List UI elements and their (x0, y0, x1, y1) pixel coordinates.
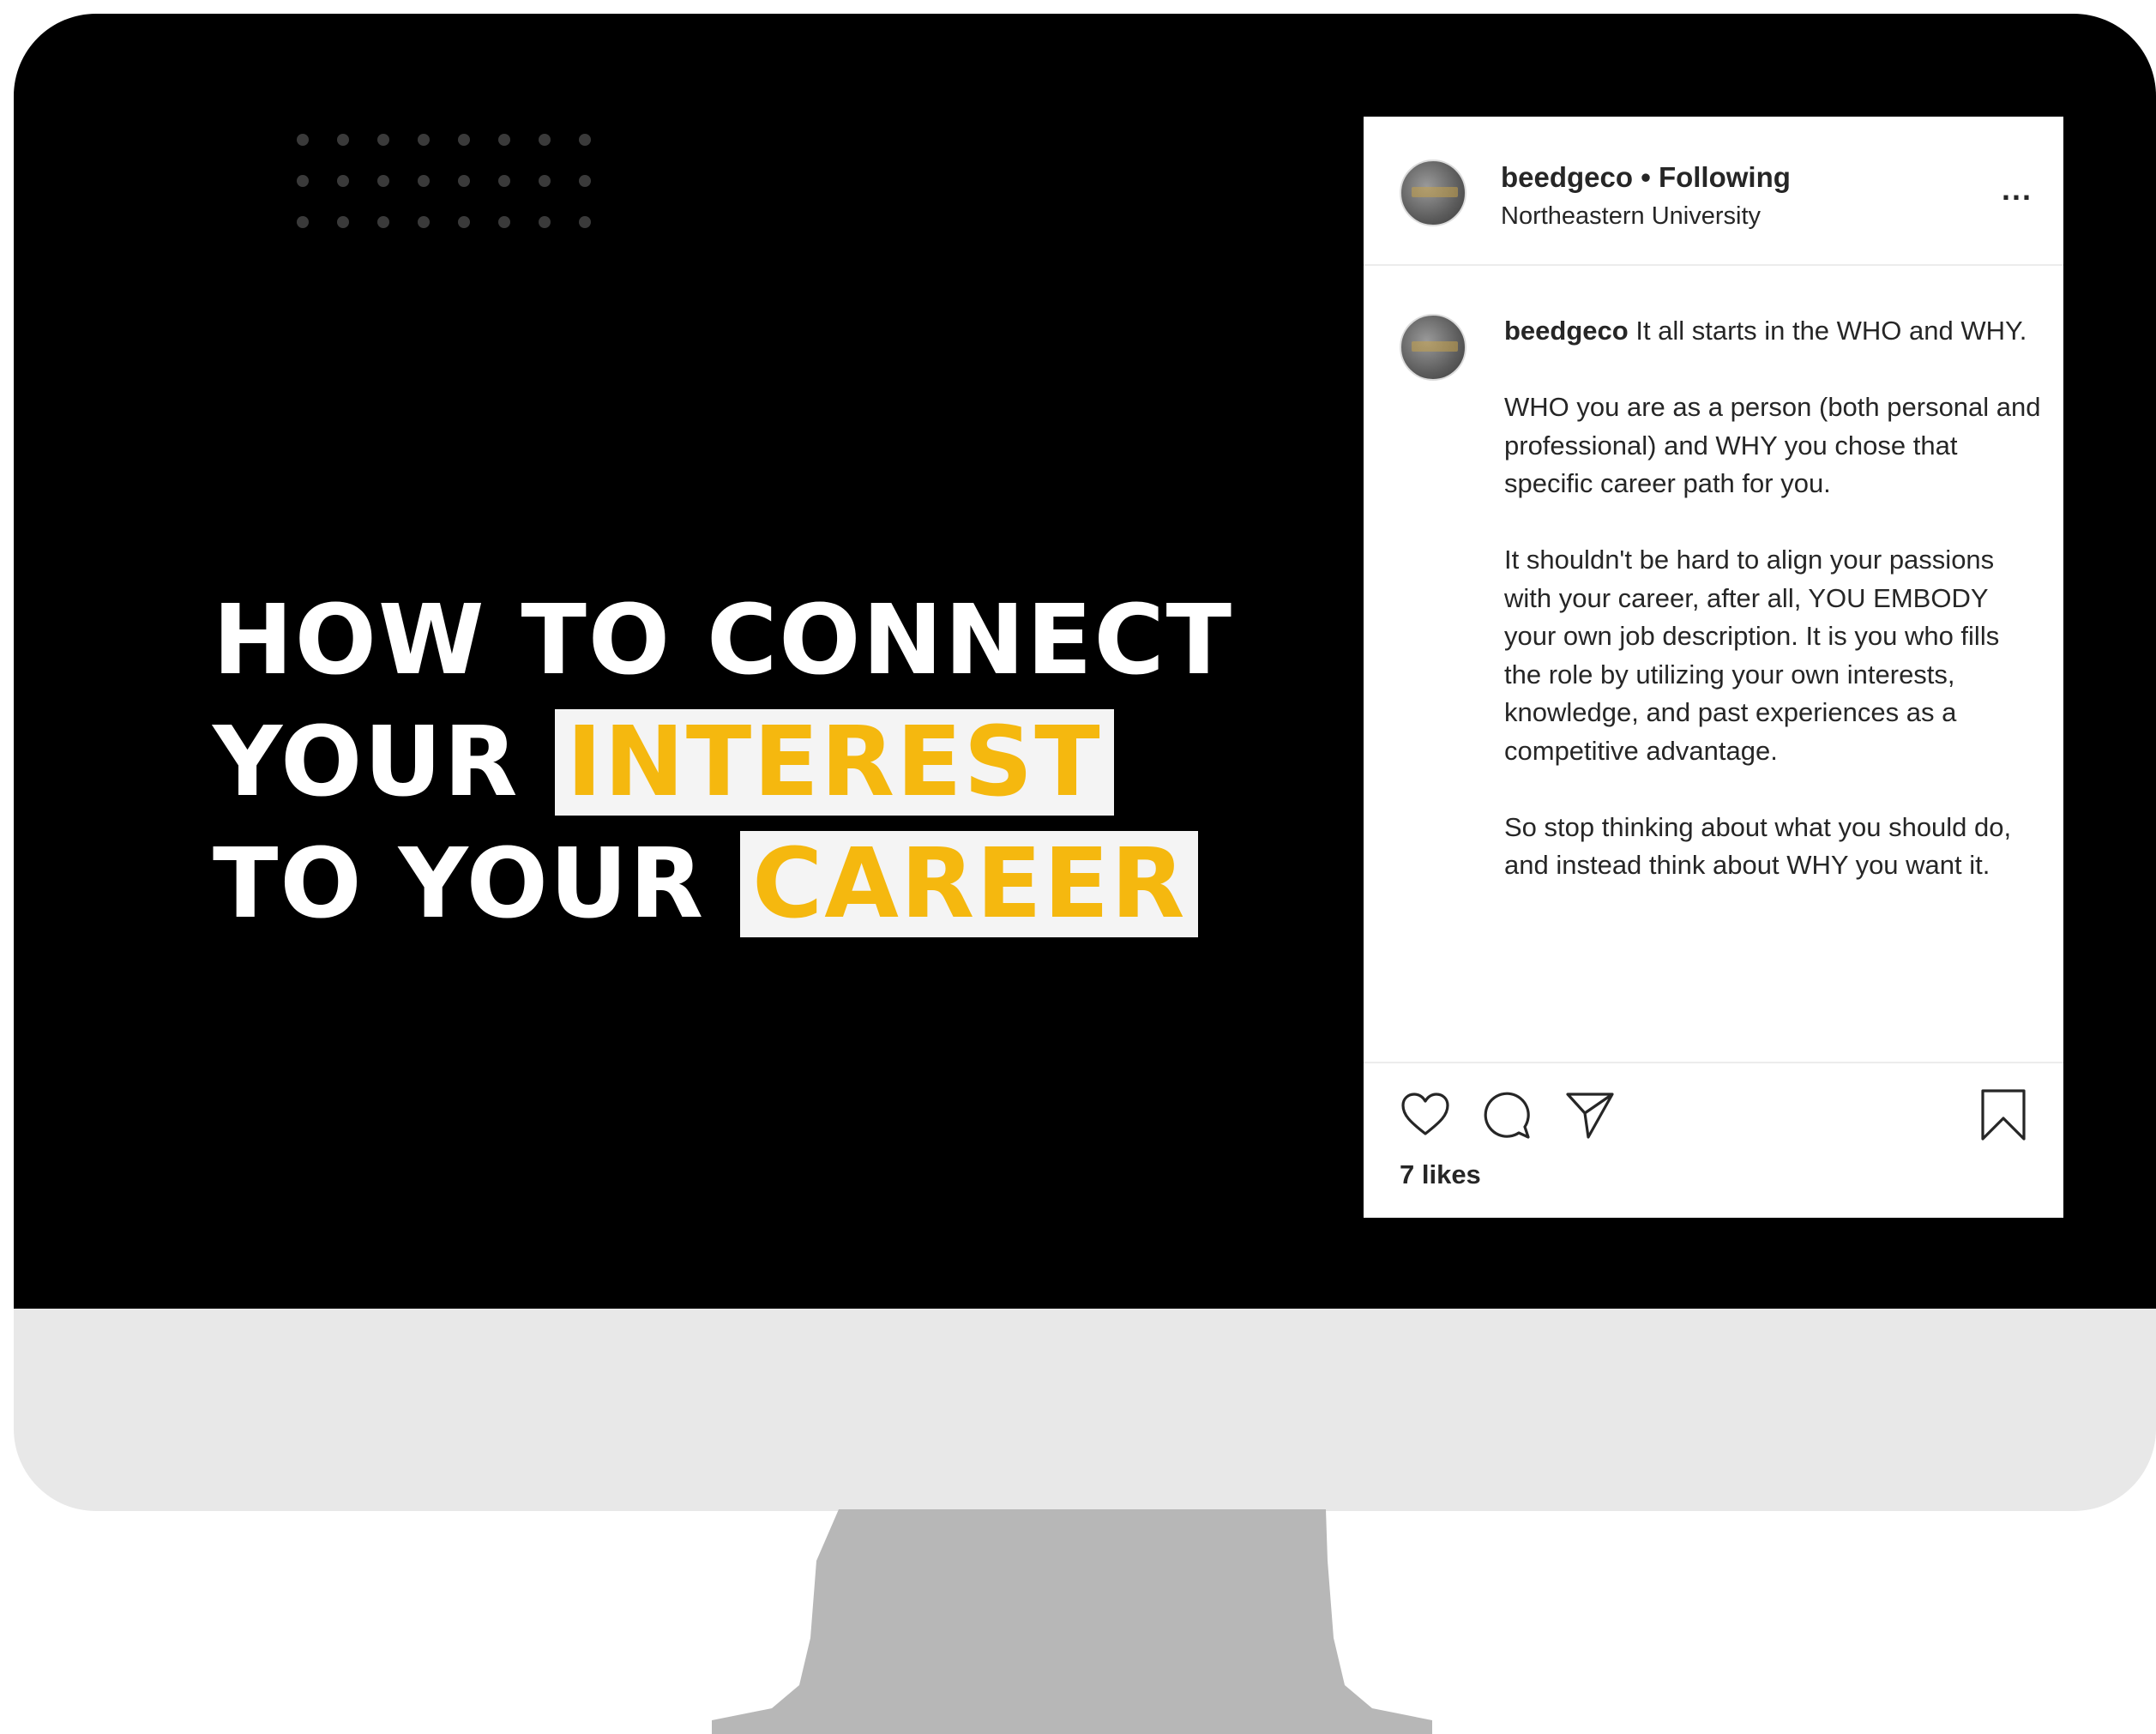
headline-highlight-interest: INTEREST (554, 709, 1114, 816)
monitor-stand (712, 1509, 1432, 1734)
dot-grid-decoration (297, 134, 591, 228)
post-actions-bar: 7 likes (1364, 1062, 2063, 1218)
avatar[interactable] (1400, 160, 1466, 226)
bookmark-icon[interactable] (1976, 1087, 2031, 1147)
caption-paragraph-3: It shouldn't be hard to align your passi… (1504, 545, 2000, 766)
headline-line-3-prefix: TO YOUR (213, 828, 706, 940)
monitor-frame: HOW TO CONNECT YOUR INTEREST TO YOUR CAR… (14, 14, 2156, 1511)
post-caption-area: beedgeco It all starts in the WHO and WH… (1364, 266, 2063, 1063)
heart-icon[interactable] (1398, 1087, 1453, 1147)
headline-highlight-career: CAREER (740, 831, 1199, 937)
share-icon[interactable] (1563, 1087, 1617, 1147)
headline-line-2-prefix: YOUR (213, 707, 520, 818)
caption-paragraph-1: beedgeco It all starts in the WHO and WH… (1504, 312, 2041, 351)
caption-paragraph-2: WHO you are as a person (both personal a… (1504, 392, 2041, 498)
likes-count[interactable]: 7 likes (1400, 1159, 1481, 1190)
headline-line-1: HOW TO CONNECT (213, 585, 1234, 696)
location-link[interactable]: Northeastern University (1501, 202, 1761, 231)
following-status[interactable]: • Following (1641, 161, 1791, 193)
headline: HOW TO CONNECT YOUR INTEREST TO YOUR CAR… (213, 580, 1233, 945)
monitor-screen: HOW TO CONNECT YOUR INTEREST TO YOUR CAR… (14, 14, 2156, 1309)
headline-line-2: YOUR INTEREST (213, 701, 1233, 823)
comment-icon[interactable] (1480, 1087, 1535, 1147)
caption-username-link[interactable]: beedgeco (1504, 316, 1629, 346)
caption-text-1: It all starts in the WHO and WHY. (1635, 316, 2027, 346)
username-link[interactable]: beedgeco (1501, 161, 1633, 193)
post-header: beedgeco • Following Northeastern Univer… (1364, 117, 2063, 266)
post-author: beedgeco • Following (1501, 161, 1791, 194)
more-options-button[interactable]: ... (2002, 172, 2033, 208)
caption-paragraph-4: So stop thinking about what you should d… (1504, 811, 2012, 881)
post-caption: beedgeco It all starts in the WHO and WH… (1504, 312, 2041, 923)
headline-line-3: TO YOUR CAREER (213, 823, 1233, 945)
instagram-post-panel: beedgeco • Following Northeastern Univer… (1364, 117, 2063, 1218)
caption-avatar[interactable] (1400, 314, 1466, 381)
